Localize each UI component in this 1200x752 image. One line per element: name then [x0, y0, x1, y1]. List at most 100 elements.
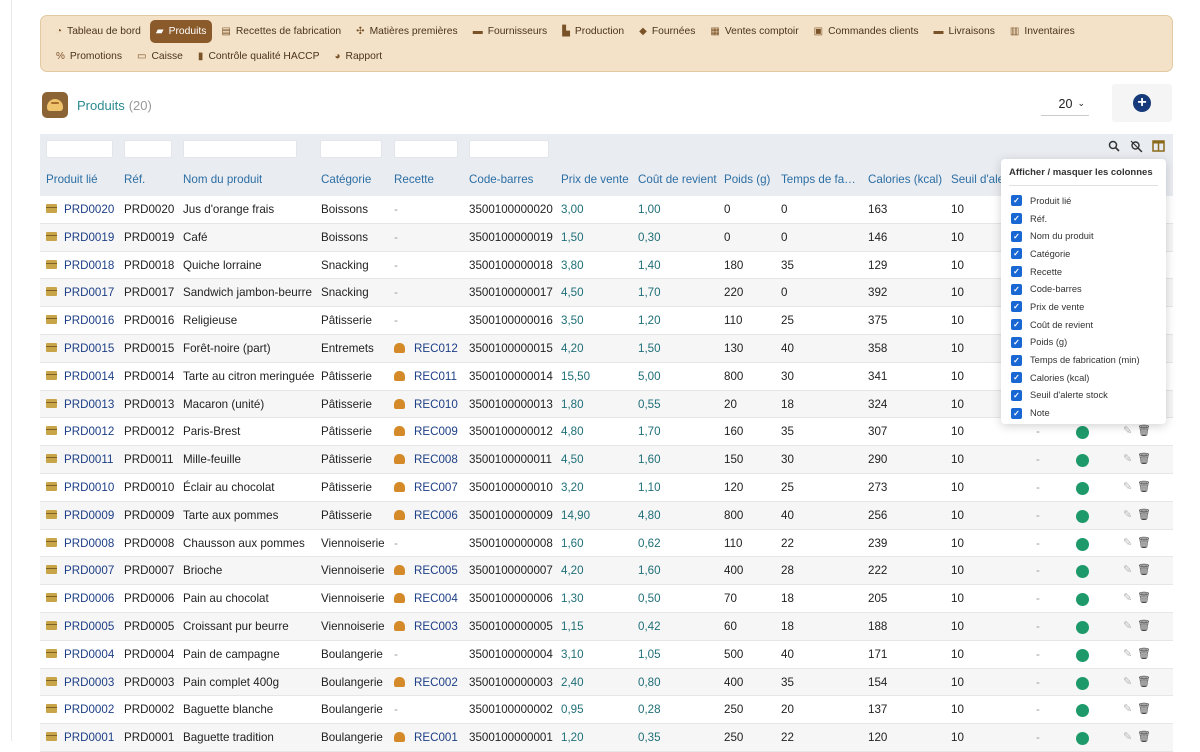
filter-barcode[interactable] [469, 140, 549, 158]
linked-product-link[interactable]: PRD0004 [64, 648, 114, 661]
table-row[interactable]: PRD0001 PRD0001 Baguette tradition Boulange… [40, 724, 1173, 752]
delete-trash-icon[interactable]: 🗑 [1137, 675, 1151, 688]
recipe-code[interactable]: REC002 [414, 676, 458, 689]
checkbox-checked-icon[interactable]: ✓ [1011, 336, 1022, 348]
checkbox-checked-icon[interactable]: ✓ [1011, 230, 1022, 242]
linked-product-link[interactable]: PRD0017 [64, 286, 114, 299]
nav-item-thermometer[interactable]: ▮ Contrôle qualité HACCP [192, 45, 326, 68]
col-stock-threshold-header[interactable]: Seuil d'ale [951, 173, 1004, 186]
col-price-header[interactable]: Prix de vente [561, 173, 629, 186]
table-row[interactable]: PRD0006 PRD0006 Pain au chocolat Viennoiser… [40, 585, 1173, 613]
recipe-link[interactable]: REC011 [394, 370, 457, 383]
recipe-code[interactable]: REC003 [414, 620, 458, 633]
edit-pencil-icon[interactable]: ✎ [1123, 619, 1132, 632]
col-production-time-header[interactable]: Temps de fa… [781, 173, 859, 186]
checkbox-checked-icon[interactable]: ✓ [1011, 354, 1022, 366]
linked-product-link[interactable]: PRD0018 [64, 259, 114, 272]
column-option[interactable]: ✓ Note [1009, 404, 1158, 422]
linked-product-link[interactable]: PRD0020 [64, 203, 114, 216]
delete-trash-icon[interactable]: 🗑 [1137, 591, 1151, 604]
delete-trash-icon[interactable]: 🗑 [1137, 647, 1151, 660]
edit-pencil-icon[interactable]: ✎ [1123, 452, 1132, 465]
recipe-code[interactable]: REC010 [414, 398, 458, 411]
nav-item-factory[interactable]: ▙ Production [556, 20, 630, 43]
linked-product-link[interactable]: PRD0001 [64, 731, 114, 744]
recipe-link[interactable]: REC010 [394, 398, 458, 411]
recipe-code[interactable]: REC005 [414, 564, 458, 577]
column-option[interactable]: ✓ Code-barres [1009, 280, 1158, 298]
linked-product-link[interactable]: PRD0008 [64, 537, 114, 550]
clear-filter-icon[interactable] [1128, 140, 1144, 156]
recipe-code[interactable]: REC007 [414, 481, 458, 494]
nav-item-inventory[interactable]: ▥ Inventaires [1004, 20, 1081, 43]
table-row[interactable]: PRD0002 PRD0002 Baguette blanche Boulangeri… [40, 696, 1173, 725]
edit-pencil-icon[interactable]: ✎ [1123, 424, 1132, 437]
column-option[interactable]: ✓ Nom du produit [1009, 227, 1158, 245]
linked-product-link[interactable]: PRD0007 [64, 564, 114, 577]
recipe-code[interactable]: REC012 [414, 342, 458, 355]
nav-item-flame[interactable]: ◆ Fournées [633, 20, 701, 43]
nav-item-truck[interactable]: ▬ Fournisseurs [467, 20, 554, 43]
recipe-code[interactable]: REC008 [414, 453, 458, 466]
linked-product-link[interactable]: PRD0016 [64, 314, 114, 327]
table-row[interactable]: PRD0011 PRD0011 Mille-feuille Pâtisserie REC… [40, 446, 1173, 474]
recipe-link[interactable]: REC003 [394, 620, 458, 633]
delete-trash-icon[interactable]: 🗑 [1137, 508, 1151, 521]
delete-trash-icon[interactable]: 🗑 [1137, 424, 1151, 437]
recipe-link[interactable]: REC012 [394, 342, 458, 355]
nav-item-bread[interactable]: ▰ Produits [149, 20, 213, 43]
linked-product-link[interactable]: PRD0009 [64, 509, 114, 522]
col-name-header[interactable]: Nom du produit [183, 173, 262, 186]
nav-item-pie-chart[interactable]: ◕ Rapport [328, 45, 388, 68]
checkbox-checked-icon[interactable]: ✓ [1011, 266, 1022, 278]
column-option[interactable]: ✓ Calories (kcal) [1009, 369, 1158, 387]
table-row[interactable]: PRD0003 PRD0003 Pain complet 400g Boulanger… [40, 668, 1173, 697]
linked-product-link[interactable]: PRD0006 [64, 592, 114, 605]
delete-trash-icon[interactable]: 🗑 [1137, 730, 1151, 743]
col-recipe-header[interactable]: Recette [394, 173, 434, 186]
checkbox-checked-icon[interactable]: ✓ [1011, 301, 1022, 313]
recipe-link[interactable]: REC009 [394, 425, 458, 438]
column-option[interactable]: ✓ Réf. [1009, 210, 1158, 228]
col-category-header[interactable]: Catégorie [321, 173, 371, 186]
table-row[interactable]: PRD0008 PRD0008 Chausson aux pommes Viennoi… [40, 530, 1173, 558]
column-option[interactable]: ✓ Temps de fabrication (min) [1009, 351, 1158, 369]
col-cost-header[interactable]: Coût de revient [638, 173, 717, 186]
edit-pencil-icon[interactable]: ✎ [1123, 702, 1132, 715]
recipe-link[interactable]: REC004 [394, 592, 458, 605]
checkbox-checked-icon[interactable]: ✓ [1011, 213, 1022, 225]
edit-pencil-icon[interactable]: ✎ [1123, 730, 1132, 743]
edit-pencil-icon[interactable]: ✎ [1123, 508, 1132, 521]
nav-item-clipboard[interactable]: ▣ Commandes clients [808, 20, 925, 43]
col-weight-header[interactable]: Poids (g) [724, 173, 770, 186]
checkbox-checked-icon[interactable]: ✓ [1011, 195, 1022, 207]
nav-item-gauge[interactable]: ◔ Tableau de bord [50, 20, 147, 43]
per-page-select[interactable]: 20 ⌄ [1041, 92, 1089, 116]
checkbox-checked-icon[interactable]: ✓ [1011, 319, 1022, 331]
linked-product-link[interactable]: PRD0002 [64, 703, 114, 716]
recipe-link[interactable]: REC007 [394, 481, 458, 494]
column-option[interactable]: ✓ Catégorie [1009, 245, 1158, 263]
checkbox-checked-icon[interactable]: ✓ [1011, 283, 1022, 295]
recipe-link[interactable]: REC006 [394, 509, 458, 522]
table-row[interactable]: PRD0009 PRD0009 Tarte aux pommes Pâtisserie… [40, 501, 1173, 530]
recipe-code[interactable]: REC009 [414, 425, 458, 438]
col-linked-product-header[interactable]: Produit lié [46, 173, 98, 186]
search-icon[interactable] [1106, 140, 1122, 156]
recipe-code[interactable]: REC004 [414, 592, 458, 605]
linked-product-link[interactable]: PRD0005 [64, 620, 114, 633]
edit-pencil-icon[interactable]: ✎ [1123, 480, 1132, 493]
table-row[interactable]: PRD0010 PRD0010 Éclair au chocolat Pâtisser… [40, 474, 1173, 502]
col-calories-header[interactable]: Calories (kcal) [868, 173, 942, 186]
add-product-button[interactable]: + [1112, 84, 1172, 122]
delete-trash-icon[interactable]: 🗑 [1137, 619, 1151, 632]
linked-product-link[interactable]: PRD0014 [64, 370, 114, 383]
recipe-link[interactable]: REC001 [394, 731, 458, 744]
linked-product-link[interactable]: PRD0015 [64, 342, 114, 355]
nav-item-book[interactable]: ▤ Recettes de fabrication [215, 20, 347, 43]
col-ref-header[interactable]: Réf. [124, 173, 145, 186]
column-option[interactable]: ✓ Coût de revient [1009, 316, 1158, 334]
nav-item-cash[interactable]: ▭ Caisse [131, 45, 189, 68]
delete-trash-icon[interactable]: 🗑 [1137, 702, 1151, 715]
table-row[interactable]: PRD0007 PRD0007 Brioche Viennoiserie REC005 3… [40, 557, 1173, 586]
